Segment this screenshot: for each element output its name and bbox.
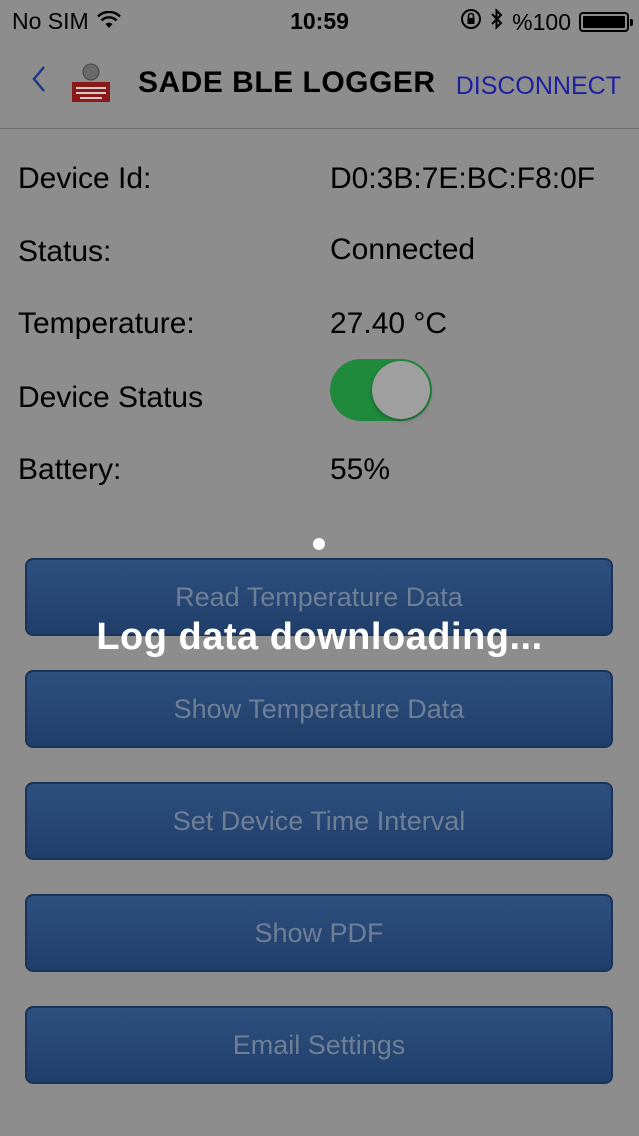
device-status-toggle[interactable] (330, 359, 432, 421)
battery-row: Battery: 55% (18, 453, 628, 503)
battery-label: Battery: (18, 453, 122, 486)
temperature-label: Temperature: (18, 307, 195, 340)
status-bar: No SIM 10:59 %100 (0, 0, 639, 40)
status-label: Status: (18, 235, 112, 268)
status-value: Connected (330, 233, 476, 266)
temperature-value: 27.40 °C (330, 307, 448, 340)
loading-message: Log data downloading... (96, 616, 543, 658)
device-status-row: Device Status (18, 359, 628, 431)
status-right: %100 (460, 8, 633, 36)
back-chevron-icon[interactable] (30, 64, 48, 103)
app-logo-icon (70, 62, 112, 104)
disconnect-button[interactable]: DISCONNECT (456, 72, 621, 101)
show-pdf-button[interactable]: Show PDF (25, 894, 613, 972)
page-title: SADE BLE LOGGER (138, 66, 436, 99)
toggle-knob (372, 361, 430, 419)
device-id-label: Device Id: (18, 162, 152, 195)
email-settings-button[interactable]: Email Settings (25, 1006, 613, 1084)
device-id-row: Device Id: D0:3B:7E:BC:F8:0F (18, 162, 628, 212)
device-id-value: D0:3B:7E:BC:F8:0F (330, 162, 596, 195)
set-device-time-interval-button[interactable]: Set Device Time Interval (25, 782, 613, 860)
loading-spinner-icon (313, 538, 325, 550)
bluetooth-icon (490, 8, 504, 36)
navigation-bar: SADE BLE LOGGER DISCONNECT (0, 40, 639, 129)
temperature-row: Temperature: 27.40 °C (18, 307, 628, 357)
app-screen: No SIM 10:59 %100 SADE BLE LOGGER DISCON… (0, 0, 639, 1136)
battery-percent: %100 (512, 8, 571, 35)
status-row: Status: Connected (18, 233, 628, 283)
show-temperature-data-button[interactable]: Show Temperature Data (25, 670, 613, 748)
rotation-lock-icon (460, 8, 482, 36)
battery-value: 55% (330, 453, 391, 486)
device-status-label: Device Status (18, 381, 204, 414)
battery-icon (579, 12, 633, 32)
